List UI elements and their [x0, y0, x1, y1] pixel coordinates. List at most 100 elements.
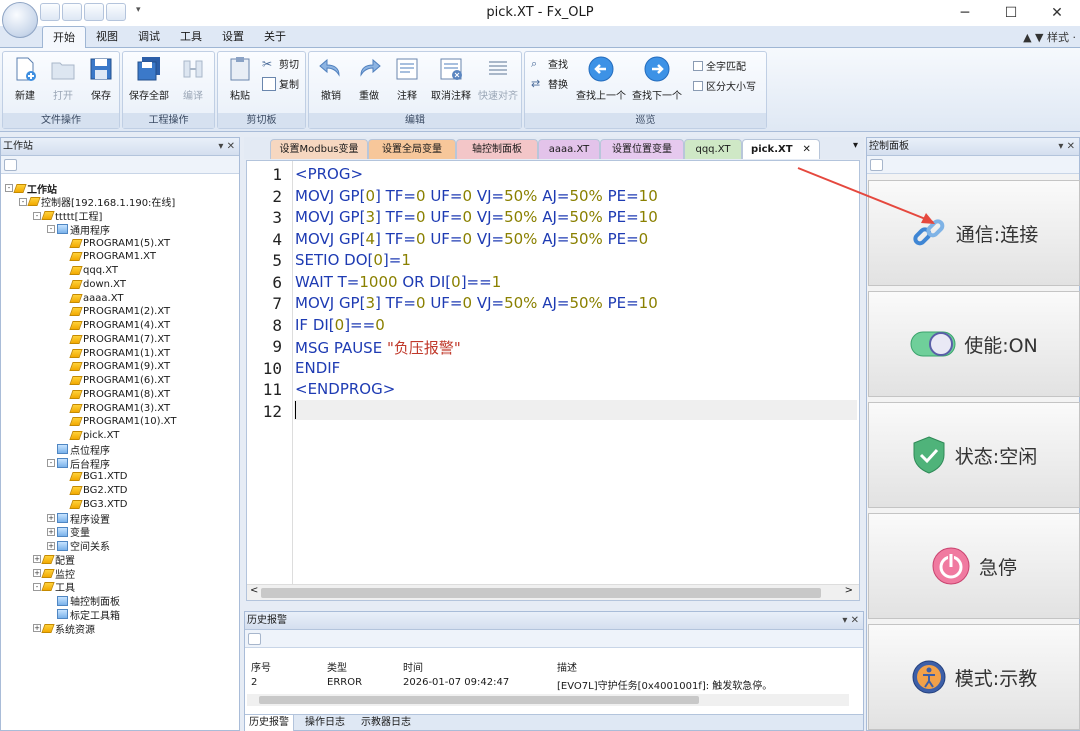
tree-node[interactable]: PROGRAM1(4).XT [61, 319, 170, 333]
tree-node[interactable]: PROGRAM1.XT [61, 250, 156, 264]
toolbar-icon[interactable] [870, 159, 883, 171]
expand-toggle-icon[interactable]: - [19, 197, 27, 206]
doc-tab[interactable]: 轴控制面板 [456, 139, 538, 159]
tab-debug[interactable]: 调试 [128, 26, 170, 48]
uncomment-button[interactable]: 取消注释 [427, 55, 475, 102]
mode-button[interactable]: 模式:示教 [868, 624, 1080, 730]
expand-toggle-icon[interactable]: + [47, 527, 55, 536]
pane-controls[interactable]: ▾ ✕ [218, 138, 235, 156]
tree-node[interactable]: - 后台程序 [47, 456, 110, 471]
copy-button[interactable]: 复制 [262, 76, 299, 91]
find-button[interactable]: ⌕ 查找 [531, 56, 568, 72]
tree-node[interactable]: PROGRAM1(3).XT [61, 401, 170, 415]
tree-node[interactable]: - 通用程序 [47, 222, 110, 237]
scroll-right-icon[interactable]: > [845, 585, 853, 596]
expand-toggle-icon[interactable]: + [47, 541, 55, 550]
table-row[interactable]: 2 ERROR 2026-01-07 09:42:47 [EVO7L]守护任务[… [247, 674, 849, 692]
expand-toggle-icon[interactable]: - [47, 459, 55, 467]
save-all-button[interactable]: 保存全部 [129, 55, 169, 102]
tree-node[interactable]: down.XT [61, 277, 126, 291]
tree-node[interactable]: PROGRAM1(1).XT [61, 346, 170, 360]
tree-node[interactable]: - 工具 [33, 580, 75, 594]
tree-node[interactable]: PROGRAM1(2).XT [61, 305, 170, 319]
tree-node[interactable]: PROGRAM1(10).XT [61, 415, 176, 429]
tree-node[interactable]: PROGRAM1(9).XT [61, 360, 170, 374]
comment-button[interactable]: 注释 [387, 55, 427, 102]
doc-tab[interactable]: 设置全局变量 [368, 139, 456, 159]
compile-button[interactable]: 编译 [173, 55, 213, 102]
tree-node[interactable]: + 变量 [47, 525, 90, 539]
toolbar-icon[interactable] [248, 633, 261, 645]
tab-view[interactable]: 视图 [86, 26, 128, 48]
tab-list-dropdown-icon[interactable]: ▾ [853, 140, 858, 151]
find-next-button[interactable]: 查找下一个 [631, 55, 683, 102]
tab-history-alarm[interactable]: 历史报警 [245, 715, 294, 731]
tree-node[interactable]: PROGRAM1(7).XT [61, 332, 170, 346]
expand-toggle-icon[interactable]: - [5, 184, 13, 192]
tree-node[interactable]: - 控制器[192.168.1.190:在线] [19, 195, 175, 209]
expand-toggle-icon[interactable]: + [33, 624, 41, 632]
paste-button[interactable]: 粘贴 [220, 55, 260, 102]
find-prev-button[interactable]: 查找上一个 [575, 55, 627, 102]
expand-toggle-icon[interactable]: + [33, 555, 41, 564]
tab-pendant-log[interactable]: 示教器日志 [357, 715, 415, 731]
tree-node[interactable]: BG3.XTD [61, 497, 127, 511]
emergency-stop-button[interactable]: 急停 [868, 513, 1080, 619]
replace-button[interactable]: ⇄ 替换 [531, 76, 568, 92]
undo-button[interactable]: 撤销 [311, 55, 351, 102]
tree-node[interactable]: - 工作站 [5, 181, 57, 196]
app-menu-button[interactable] [2, 2, 38, 38]
tree-node[interactable]: 标定工具箱 [47, 607, 120, 622]
expand-toggle-icon[interactable]: - [47, 225, 55, 234]
new-button[interactable]: 新建 [5, 55, 45, 102]
horizontal-scrollbar[interactable]: < > [247, 584, 859, 600]
scroll-left-icon[interactable]: < [250, 585, 258, 596]
tree-node[interactable]: + 配置 [33, 552, 75, 567]
connect-button[interactable]: 通信:连接 [868, 180, 1080, 286]
tree-node[interactable]: BG1.XTD [61, 470, 127, 484]
tree-node[interactable]: PROGRAM1(5).XT [61, 236, 170, 250]
minimize-button[interactable]: ─ [942, 0, 988, 26]
doc-tab[interactable]: 设置位置变量 [600, 139, 684, 159]
close-button[interactable]: ✕ [1034, 0, 1080, 26]
tab-about[interactable]: 关于 [254, 26, 296, 48]
tree-node[interactable]: 点位程序 [47, 442, 110, 457]
pane-controls[interactable]: ▾ ✕ [1058, 138, 1075, 156]
tab-operation-log[interactable]: 操作日志 [301, 715, 349, 731]
doc-tab[interactable]: 设置Modbus变量 [270, 139, 368, 159]
tree-node[interactable]: qqq.XT [61, 264, 118, 278]
expand-toggle-icon[interactable]: - [33, 211, 41, 220]
expand-toggle-icon[interactable]: - [33, 582, 41, 591]
doc-tab[interactable]: aaaa.XT [538, 139, 600, 159]
tree-node[interactable]: 轴控制面板 [47, 594, 120, 608]
pane-controls[interactable]: ▾ ✕ [842, 612, 859, 630]
whole-word-checkbox[interactable]: 全字匹配 [693, 58, 746, 73]
scroll-thumb[interactable] [261, 588, 821, 598]
close-tab-icon[interactable]: ✕ [803, 144, 811, 155]
maximize-button[interactable]: ☐ [988, 0, 1034, 26]
save-button[interactable]: 保存 [81, 55, 121, 102]
quick-align-button[interactable]: 快速对齐 [475, 55, 521, 102]
tree-node[interactable]: + 空间关系 [47, 539, 110, 553]
history-hscroll[interactable] [247, 694, 849, 706]
tree-node[interactable]: + 程序设置 [47, 511, 110, 526]
redo-button[interactable]: 重做 [349, 55, 389, 102]
status-button[interactable]: 状态:空闲 [868, 402, 1080, 508]
tree-node[interactable]: pick.XT [61, 429, 119, 443]
tree-node[interactable]: + 系统资源 [33, 621, 95, 636]
tab-tools[interactable]: 工具 [170, 26, 212, 48]
style-menu[interactable]: ▲ ▼ 样式 · [1023, 29, 1076, 45]
tree-node[interactable]: + 监控 [33, 566, 75, 581]
expand-toggle-icon[interactable]: + [33, 569, 41, 577]
tab-settings[interactable]: 设置 [212, 26, 254, 48]
tree-node[interactable]: PROGRAM1(8).XT [61, 387, 170, 401]
tree-node[interactable]: aaaa.XT [61, 291, 123, 305]
tab-start[interactable]: 开始 [42, 26, 86, 49]
expand-toggle-icon[interactable]: + [47, 514, 55, 522]
tree-node[interactable]: BG2.XTD [61, 484, 127, 498]
match-case-checkbox[interactable]: 区分大小写 [693, 78, 756, 93]
enable-button[interactable]: 使能:ON [868, 291, 1080, 397]
tree-node[interactable]: PROGRAM1(6).XT [61, 374, 170, 388]
doc-tab[interactable]: qqq.XT [684, 139, 742, 159]
tree-node[interactable]: - ttttt[工程] [33, 209, 102, 223]
